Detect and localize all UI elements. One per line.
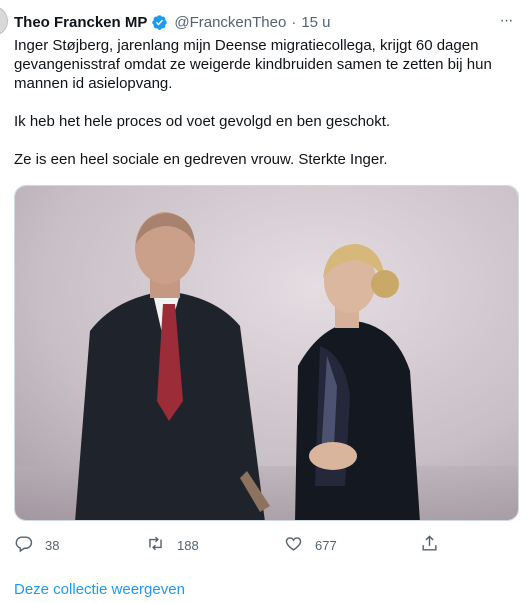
tweet-timestamp[interactable]: 15 u bbox=[301, 14, 330, 31]
retweet-icon bbox=[146, 534, 165, 556]
retweet-count: 188 bbox=[177, 537, 199, 553]
tweet-actions: 38 188 677 bbox=[14, 533, 444, 557]
heart-icon bbox=[284, 534, 303, 556]
tweet-photo[interactable] bbox=[14, 185, 519, 521]
share-icon bbox=[420, 534, 439, 556]
more-icon[interactable]: ··· bbox=[497, 12, 515, 30]
separator-dot: · bbox=[291, 13, 297, 31]
tweet-header: Theo Francken MP @FranckenTheo · 15 u bbox=[14, 11, 489, 33]
reply-count: 38 bbox=[45, 537, 60, 553]
like-count: 677 bbox=[315, 537, 337, 553]
avatar[interactable] bbox=[0, 6, 8, 36]
tweet[interactable]: Theo Francken MP @FranckenTheo · 15 u ··… bbox=[0, 0, 529, 603]
reply-button[interactable]: 38 bbox=[14, 533, 59, 557]
show-collection-link[interactable]: Deze collectie weergeven bbox=[14, 581, 185, 598]
photo-two-people bbox=[15, 186, 518, 520]
share-button[interactable] bbox=[420, 533, 439, 557]
tweet-paragraph: Inger Støjberg, jarenlang mijn Deense mi… bbox=[14, 37, 492, 92]
retweet-button[interactable]: 188 bbox=[146, 533, 199, 557]
tweet-text: Inger Støjberg, jarenlang mijn Deense mi… bbox=[14, 36, 519, 188]
tweet-paragraph: Ze is een heel sociale en gedreven vrouw… bbox=[14, 151, 388, 168]
like-button[interactable]: 677 bbox=[284, 533, 337, 557]
tweet-paragraph: Ik heb het hele proces od voet gevolgd e… bbox=[14, 113, 391, 130]
verified-badge-icon bbox=[151, 14, 168, 31]
author-handle[interactable]: @FranckenTheo bbox=[174, 14, 286, 31]
author-name[interactable]: Theo Francken MP bbox=[14, 14, 147, 31]
reply-icon bbox=[14, 534, 33, 556]
